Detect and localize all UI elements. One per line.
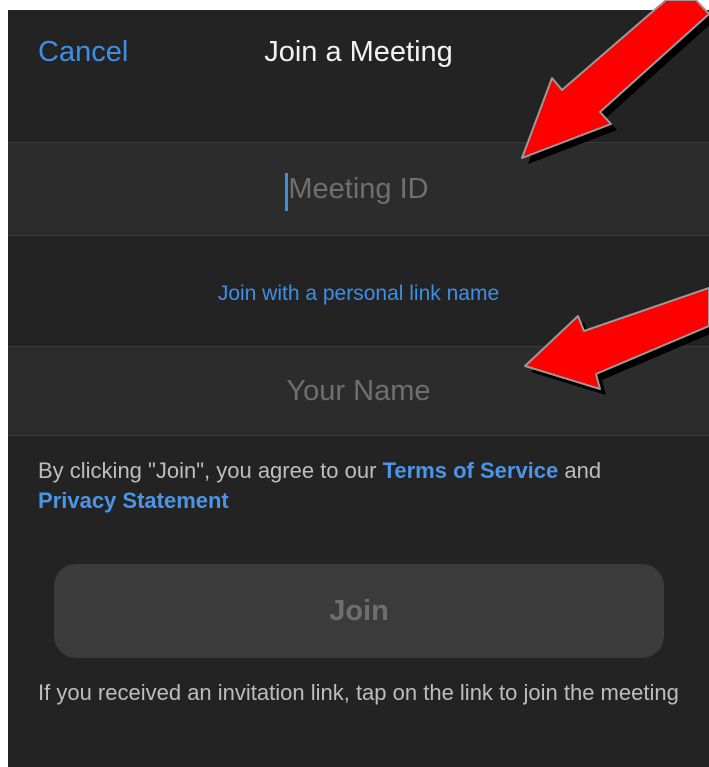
text-caret <box>285 173 288 211</box>
header: Cancel Join a Meeting <box>8 10 709 100</box>
privacy-statement-link[interactable]: Privacy Statement <box>38 488 229 513</box>
terms-of-service-link[interactable]: Terms of Service <box>383 458 559 483</box>
your-name-input[interactable] <box>8 347 709 435</box>
personal-link-button[interactable]: Join with a personal link name <box>8 282 709 306</box>
join-meeting-screen: Cancel Join a Meeting Join with a person… <box>8 10 709 767</box>
terms-prefix: By clicking "Join", you agree to our <box>38 458 383 483</box>
invitation-note: If you received an invitation link, tap … <box>38 680 679 705</box>
terms-and: and <box>558 458 602 483</box>
meeting-id-input[interactable] <box>8 143 709 235</box>
terms-text: By clicking "Join", you agree to our Ter… <box>38 456 678 516</box>
your-name-field-container <box>8 346 709 436</box>
join-button[interactable]: Join <box>54 564 664 658</box>
meeting-id-field-container <box>8 142 709 236</box>
page-title: Join a Meeting <box>264 36 453 68</box>
